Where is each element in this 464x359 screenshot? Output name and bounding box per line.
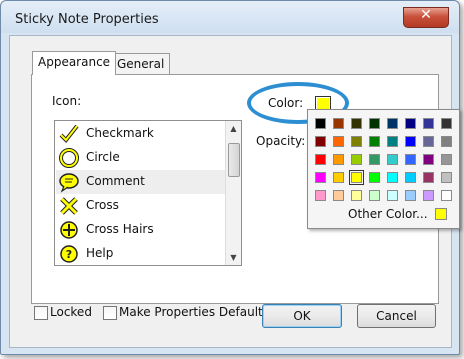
other-color-swatch[interactable] [435,208,447,220]
circle-icon [59,148,79,168]
color-swatch[interactable] [441,154,452,165]
cross-icon [60,197,78,215]
color-swatch[interactable] [387,118,398,129]
make-default-checkbox[interactable] [103,306,117,320]
color-swatch[interactable] [405,190,416,201]
color-swatch[interactable] [333,190,344,201]
color-swatch[interactable] [349,170,364,185]
color-swatch[interactable] [315,154,326,165]
color-swatch[interactable] [369,136,380,147]
color-swatch[interactable] [369,154,380,165]
list-item-label: Help [86,246,114,260]
color-swatch[interactable] [405,118,416,129]
color-swatch[interactable] [333,154,344,165]
color-swatch[interactable] [315,172,326,183]
color-swatch[interactable] [405,154,416,165]
svg-text:?: ? [66,248,72,261]
color-swatch[interactable] [369,190,380,201]
locked-checkbox[interactable] [34,306,48,320]
color-swatch[interactable] [423,154,434,165]
color-swatch[interactable] [333,172,344,183]
close-button[interactable]: ✕ [403,7,449,28]
color-swatch[interactable] [423,190,434,201]
color-swatch[interactable] [405,172,416,183]
color-swatch[interactable] [405,136,416,147]
tab-general[interactable]: General [111,53,171,75]
color-swatch[interactable] [351,136,362,147]
color-swatch[interactable] [441,172,452,183]
help-icon: ? [60,245,78,263]
scroll-up-icon[interactable]: ▲ [226,121,241,136]
color-swatch[interactable] [351,190,362,201]
title-bar: Sticky Note Properties ✕ [1,1,459,33]
close-icon: ✕ [420,7,432,23]
icon-label: Icon: [52,94,82,108]
icon-list-scrollbar[interactable]: ▲ ▼ [225,121,241,265]
list-item[interactable]: Cross [56,194,227,218]
color-swatch[interactable] [423,136,434,147]
make-default-label: Make Properties Default [119,305,263,319]
color-swatch[interactable] [369,118,380,129]
color-swatch[interactable] [387,172,398,183]
list-item[interactable]: ? Help [56,242,227,265]
list-item-label: Checkmark [86,126,154,140]
color-swatch[interactable] [351,154,362,165]
locked-label: Locked [50,305,92,319]
color-swatch[interactable] [423,172,434,183]
list-item-label: Cross [86,198,119,212]
color-swatch[interactable] [315,136,326,147]
color-swatch[interactable] [315,118,326,129]
color-swatch[interactable] [441,136,452,147]
icon-listbox[interactable]: Checkmark Circle Comment Cross Cross Hai… [54,120,242,266]
list-item[interactable]: Circle [56,146,227,170]
list-item-label: Comment [86,174,145,188]
list-item[interactable]: Checkmark [56,122,227,146]
color-swatch[interactable] [387,190,398,201]
color-swatch[interactable] [441,118,452,129]
color-swatch[interactable] [387,154,398,165]
scroll-thumb[interactable] [228,143,240,177]
tab-appearance[interactable]: Appearance [32,51,117,75]
list-item-label: Circle [86,150,120,164]
opacity-label: Opacity: [256,134,306,148]
color-swatch[interactable] [333,136,344,147]
comment-icon [59,173,79,193]
scroll-down-icon[interactable]: ▼ [226,250,241,265]
list-item[interactable]: Cross Hairs [56,218,227,242]
color-palette-popup: Other Color... [307,109,460,229]
list-item[interactable]: Comment [56,170,227,194]
other-color-option[interactable]: Other Color... [348,207,428,221]
checkmark-icon [59,124,79,144]
color-swatch[interactable] [351,118,362,129]
color-swatch[interactable] [369,172,380,183]
list-item-label: Cross Hairs [86,222,154,236]
color-swatch[interactable] [333,118,344,129]
cross-hairs-icon [60,221,78,239]
color-swatch[interactable] [315,190,326,201]
color-swatch[interactable] [387,136,398,147]
ok-button[interactable]: OK [262,304,342,328]
window-title: Sticky Note Properties [15,12,159,27]
color-swatch[interactable] [423,118,434,129]
cancel-button[interactable]: Cancel [357,304,436,328]
color-swatch[interactable] [441,190,452,201]
